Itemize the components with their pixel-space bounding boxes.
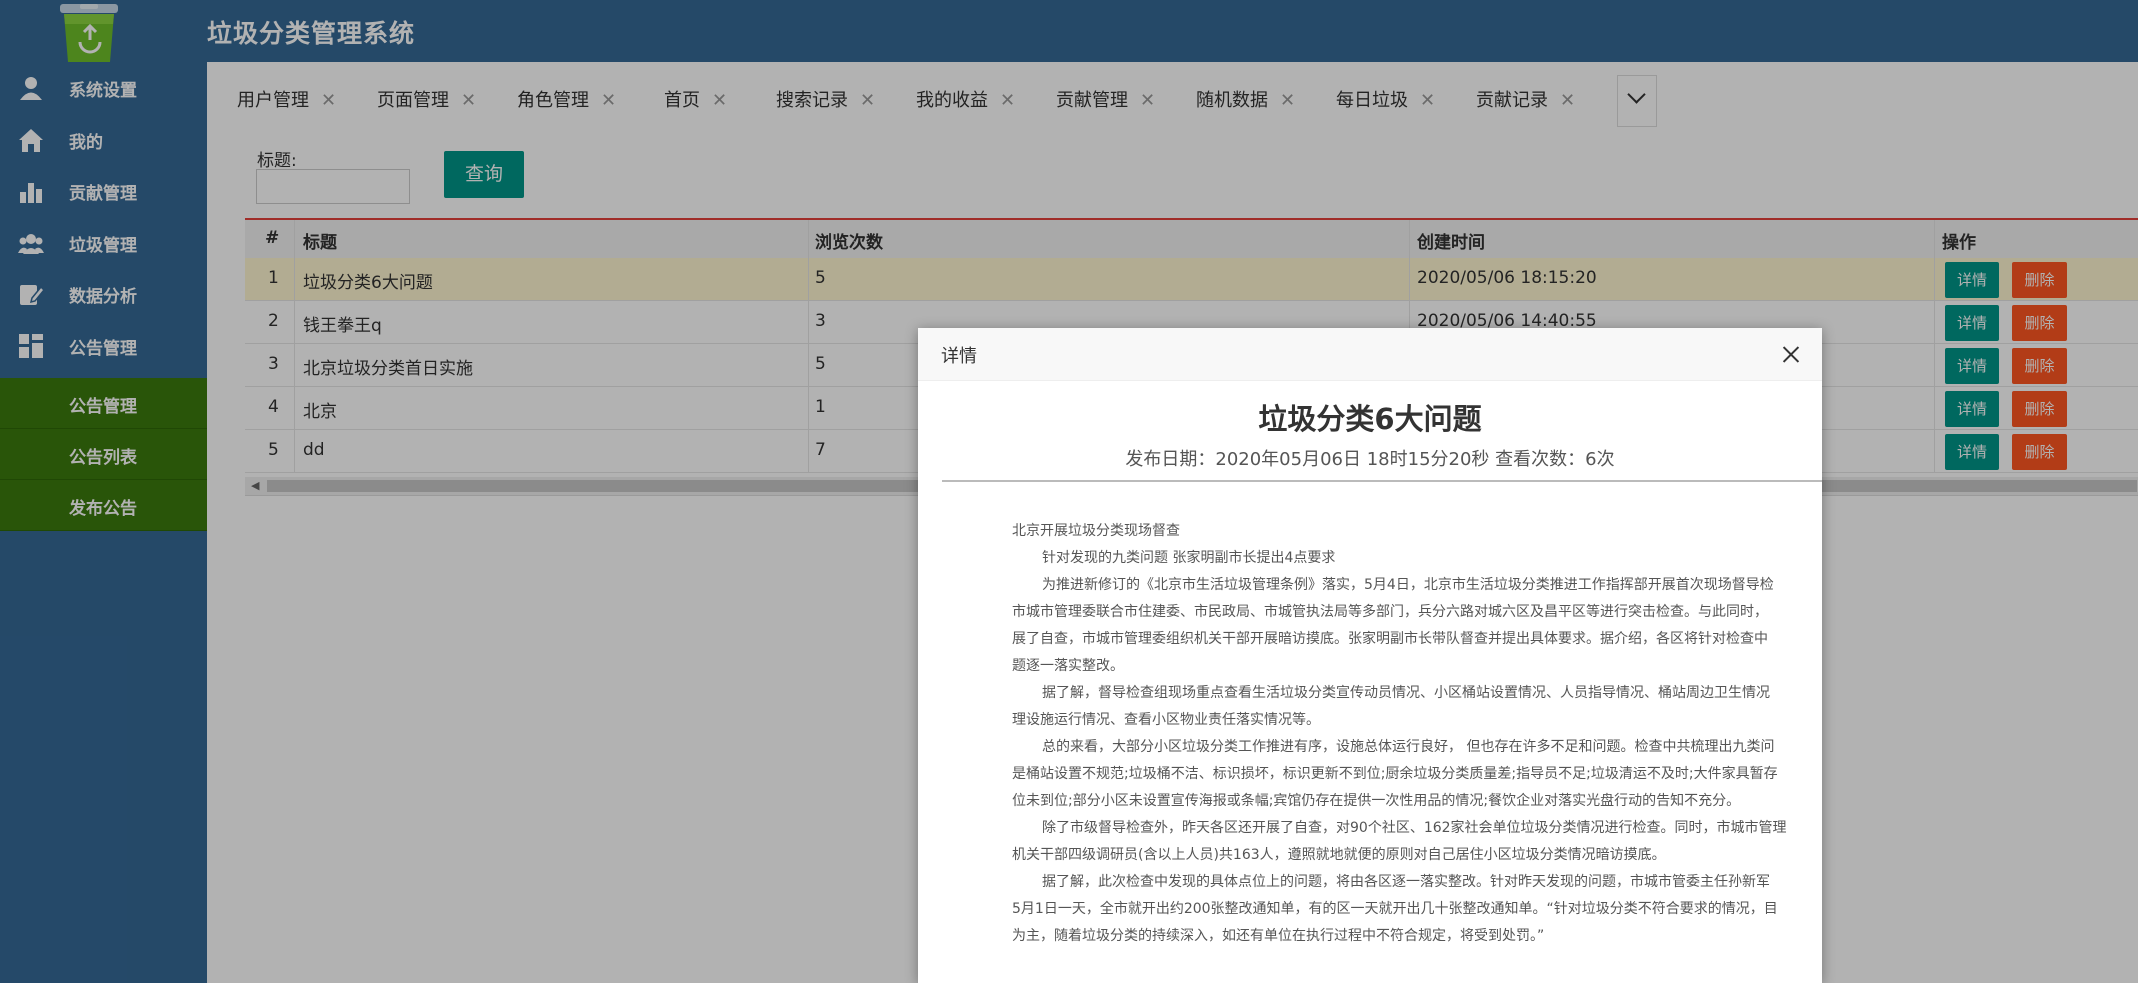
article-paragraph: 据了解，督导检查组现场重点查看生活垃圾分类宣传动员情况、小区桶站设置情况、人员指…: [1042, 685, 1770, 701]
article-paragraph: 机关干部四级调研员(含以上人员)共163人，遵照就地就便的原则对自己居住小区垃圾…: [1012, 847, 1666, 863]
article-paragraph: 除了市级督导检查外，昨天各区还开展了自查，对90个社区、162家社会单位垃圾分类…: [1042, 820, 1787, 836]
article-paragraph: 为推进新修订的《北京市生活垃圾管理条例》落实，5月4日，北京市生活垃圾分类推进工…: [1042, 577, 1774, 593]
article-paragraph: 为主，随着垃圾分类的持续深入，如还有单位在执行过程中不符合规定，将受到处罚。”: [1012, 928, 1545, 944]
article-paragraph: 位未到位;部分小区未设置宣传海报或条幅;宾馆仍存在提供一次性用品的情况;餐饮企业…: [1012, 793, 1741, 809]
article-meta: 发布日期：2020年05月06日 18时15分20秒 查看次数：6次: [1125, 449, 1615, 470]
article-title: 垃圾分类6大问题: [1258, 402, 1482, 436]
divider: [942, 480, 1822, 482]
close-icon[interactable]: [1780, 344, 1802, 366]
article-paragraph: 5月1日一天，全市就开出约200张整改通知单，有的区一天就开出几十张整改通知单。…: [1012, 901, 1778, 917]
modal-header: 详情: [918, 328, 1822, 381]
article-paragraph: 是桶站设置不规范;垃圾桶不洁、标识损坏，标识更新不到位;厨余垃圾分类质量差;指导…: [1012, 766, 1778, 782]
article-paragraph: 据了解，此次检查中发现的具体点位上的问题，将由各区逐一落实整改。针对昨天发现的问…: [1042, 874, 1770, 890]
article-paragraph: 展了自查，市城市管理委组织机关干部开展暗访摸底。张家明副市长带队督查并提出具体要…: [1012, 631, 1768, 647]
article-paragraph: 针对发现的九类问题 张家明副市长提出4点要求: [1042, 550, 1336, 566]
article-paragraph: 理设施运行情况、查看小区物业责任落实情况等。: [1012, 712, 1320, 728]
modal-title: 详情: [941, 346, 977, 367]
article-paragraph: 市城市管理委联合市住建委、市民政局、市城管执法局等多部门，兵分六路对城六区及昌平…: [1012, 604, 1768, 620]
article-body: 北京开展垃圾分类现场督查 针对发现的九类问题 张家明副市长提出4点要求 为推进新…: [1012, 518, 1822, 950]
article-paragraph: 北京开展垃圾分类现场督查: [1012, 523, 1180, 539]
detail-modal: 详情 垃圾分类6大问题 发布日期：2020年05月06日 18时15分20秒 查…: [918, 328, 1822, 983]
article-paragraph: 题逐一落实整改。: [1012, 658, 1124, 674]
article-paragraph: 总的来看，大部分小区垃圾分类工作推进有序，设施总体运行良好， 但也存在许多不足和…: [1042, 739, 1775, 755]
